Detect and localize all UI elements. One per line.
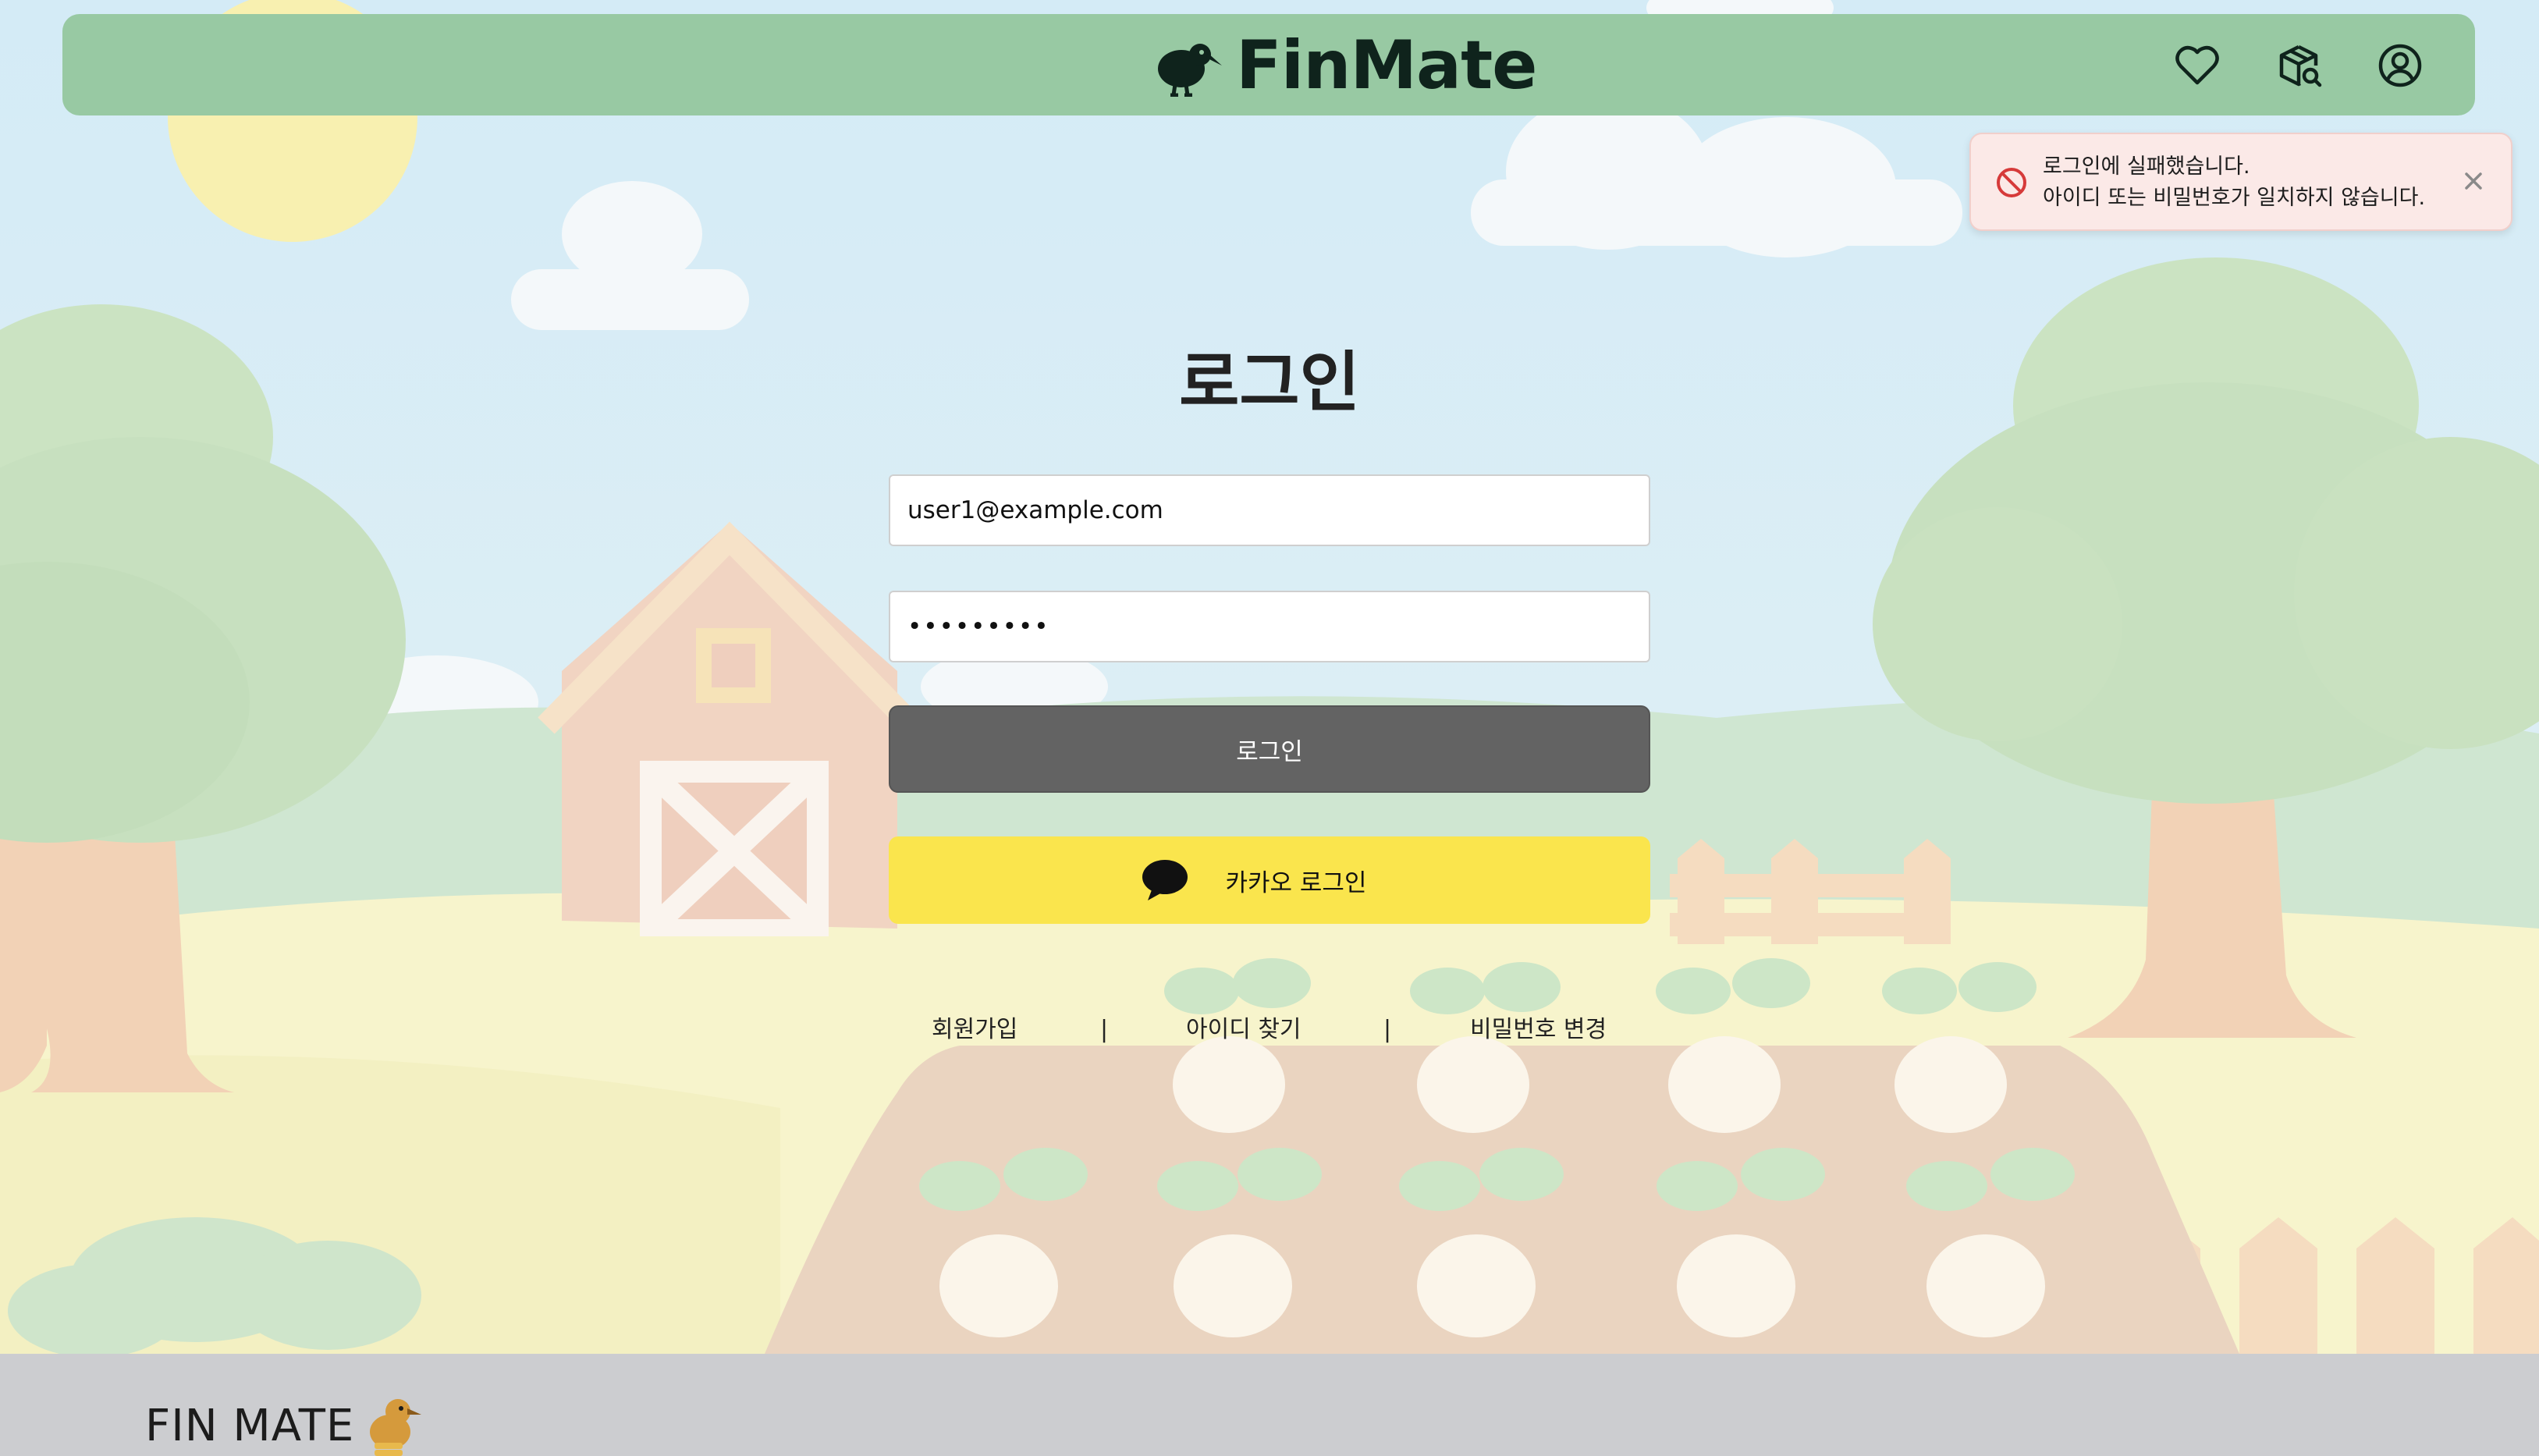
toast-message-line-2: 아이디 또는 비밀번호가 일치하지 않습니다. (2043, 186, 2426, 210)
package-search-icon (2279, 44, 2322, 87)
find-id-link[interactable]: 아이디 찾기 (1186, 1013, 1301, 1047)
brand-name: FinMate (1236, 27, 1538, 105)
favorites-button[interactable] (2174, 42, 2221, 89)
signup-link[interactable]: 회원가입 (932, 1013, 1017, 1047)
footer-logo-text: FIN MATE (145, 1401, 355, 1451)
toast-message-line-1: 로그인에 실패했습니다. (2043, 154, 2250, 179)
close-icon[interactable] (2458, 165, 2489, 197)
kiwi-mascot-icon (370, 1399, 421, 1456)
user-circle-icon (2378, 44, 2422, 87)
ban-icon (1997, 168, 2026, 197)
kiwi-bird-icon (1158, 44, 1222, 97)
heart-icon (2175, 45, 2219, 85)
speech-bubble-icon (1142, 860, 1188, 900)
footer: FIN MATE (0, 1354, 2539, 1456)
top-navigation-bar: FinMate (62, 14, 2475, 115)
brand-logo[interactable]: FinMate (1152, 27, 1538, 105)
login-button-label: 로그인 (1236, 737, 1303, 766)
login-error-toast: 로그인에 실패했습니다. 아이디 또는 비밀번호가 일치하지 않습니다. (1969, 133, 2512, 231)
product-search-button[interactable] (2275, 42, 2322, 89)
email-input[interactable] (889, 474, 1650, 546)
password-input[interactable] (889, 591, 1650, 662)
change-password-link[interactable]: 비밀번호 변경 (1470, 1013, 1607, 1047)
login-button[interactable]: 로그인 (889, 705, 1650, 793)
link-separator: | (1383, 1016, 1392, 1043)
link-separator: | (1100, 1016, 1109, 1043)
profile-button[interactable] (2377, 42, 2424, 89)
toast-message: 로그인에 실패했습니다. 아이디 또는 비밀번호가 일치하지 않습니다. (2043, 151, 2425, 214)
kakao-login-label: 카카오 로그인 (1225, 868, 1367, 897)
kakao-login-button[interactable]: 카카오 로그인 (889, 836, 1650, 924)
login-title: 로그인 (1179, 344, 1360, 421)
